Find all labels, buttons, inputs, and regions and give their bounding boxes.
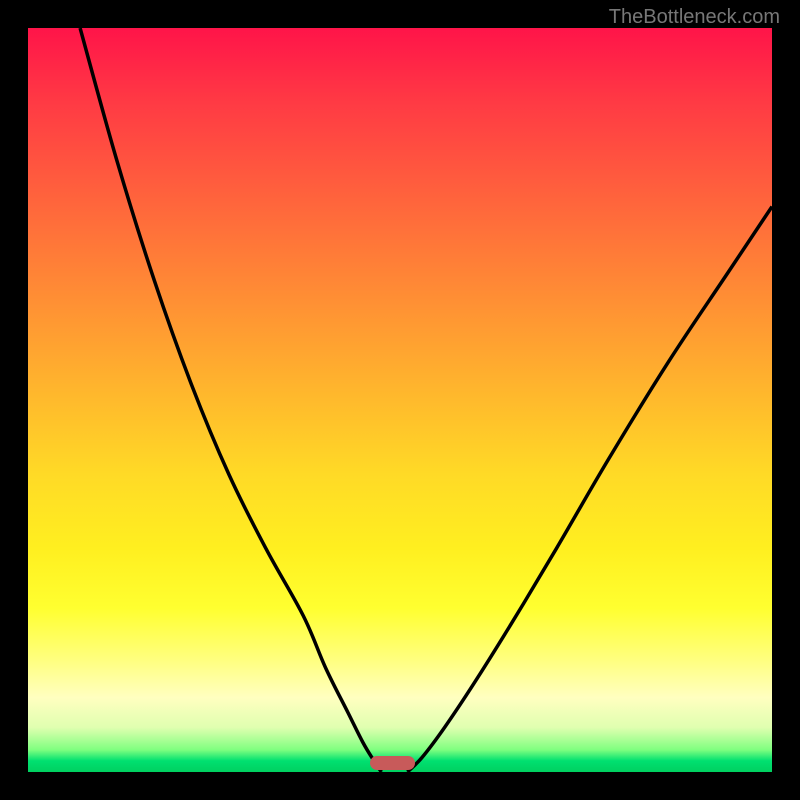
left-curve-path <box>80 28 381 772</box>
watermark-text: TheBottleneck.com <box>609 6 780 29</box>
right-curve-path <box>407 207 772 772</box>
chart-curves <box>28 28 772 772</box>
minimum-marker <box>370 756 415 770</box>
